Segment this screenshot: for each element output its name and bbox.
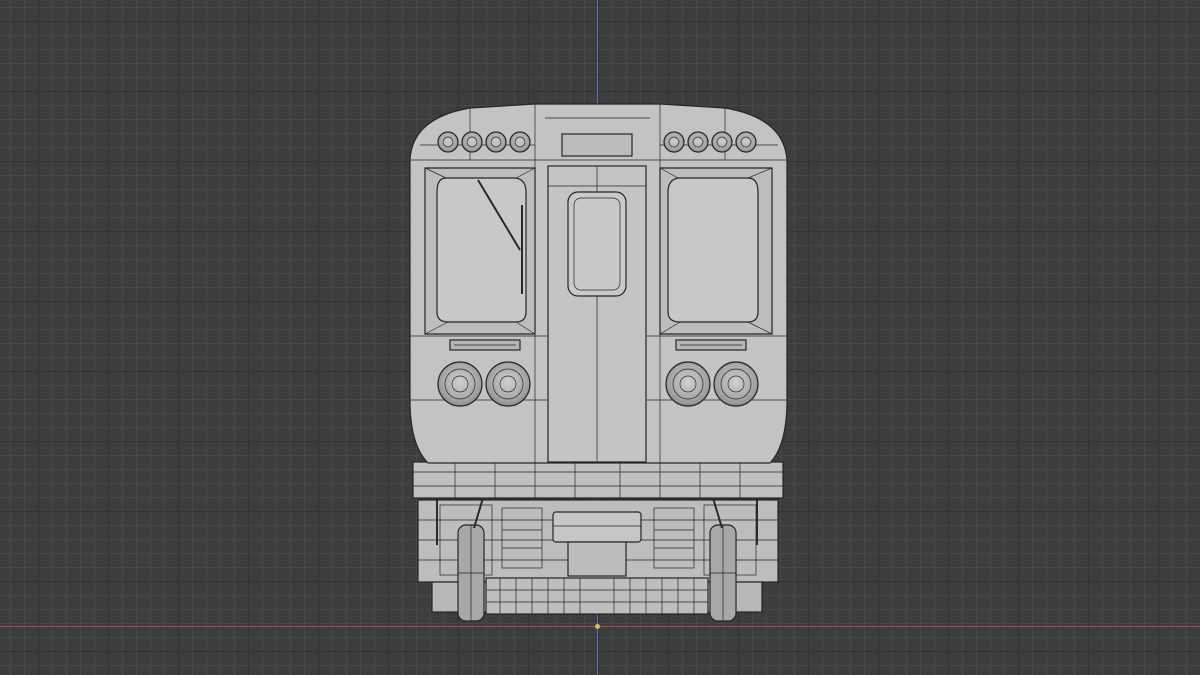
- 3d-viewport[interactable]: [0, 0, 1200, 675]
- front-door: [547, 165, 647, 463]
- bogie-assembly: [417, 487, 779, 622]
- origin-marker: [595, 624, 600, 629]
- train-front-mesh-icon[interactable]: [0, 0, 1200, 675]
- underframe: [412, 461, 784, 499]
